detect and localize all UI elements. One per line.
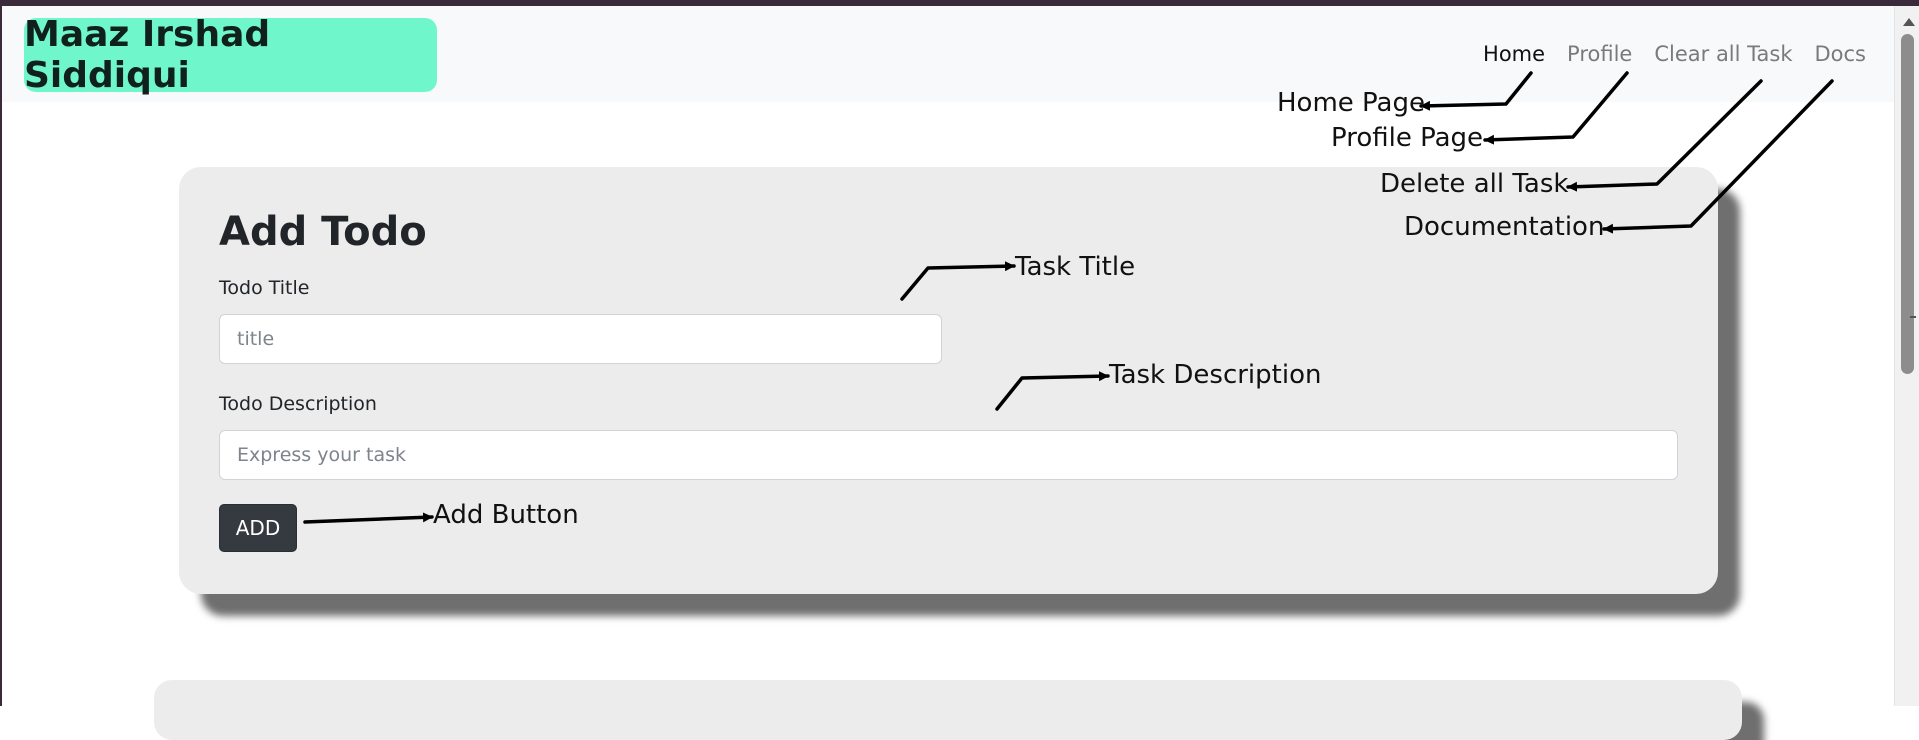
scrollbar-thumb[interactable]: [1901, 34, 1914, 374]
todo-title-input[interactable]: [219, 314, 942, 364]
annotation-profile-page: Profile Page: [1331, 123, 1484, 153]
annotation-delete-all-task: Delete all Task: [1380, 169, 1569, 199]
annotation-task-description: Task Description: [1109, 360, 1322, 390]
scroll-marker: [1910, 316, 1916, 318]
nav-home-link[interactable]: Home: [1483, 42, 1545, 66]
nav-clear-all-link[interactable]: Clear all Task: [1654, 42, 1792, 66]
annotation-documentation: Documentation: [1404, 212, 1605, 242]
brand-logo[interactable]: Maaz Irshad Siddiqui: [24, 14, 437, 96]
add-button[interactable]: ADD: [219, 504, 297, 552]
nav-docs-link[interactable]: Docs: [1814, 42, 1866, 66]
scroll-up-arrow-icon[interactable]: [1903, 18, 1915, 26]
todo-list-card: [154, 680, 1742, 740]
annotation-task-title: Task Title: [1015, 252, 1136, 282]
add-todo-heading: Add Todo: [219, 209, 427, 255]
annotation-home-page: Home Page: [1277, 88, 1425, 118]
nav-profile-link[interactable]: Profile: [1567, 42, 1632, 66]
vertical-scrollbar[interactable]: [1894, 6, 1919, 706]
navbar: Maaz Irshad Siddiqui Home Profile Clear …: [2, 6, 1894, 102]
todo-description-input[interactable]: [219, 430, 1678, 480]
todo-title-label: Todo Title: [219, 277, 310, 299]
window-left-border: [0, 6, 2, 706]
todo-description-label: Todo Description: [219, 393, 377, 415]
annotation-add-button: Add Button: [433, 500, 579, 530]
nav-links: Home Profile Clear all Task Docs: [1483, 42, 1866, 66]
